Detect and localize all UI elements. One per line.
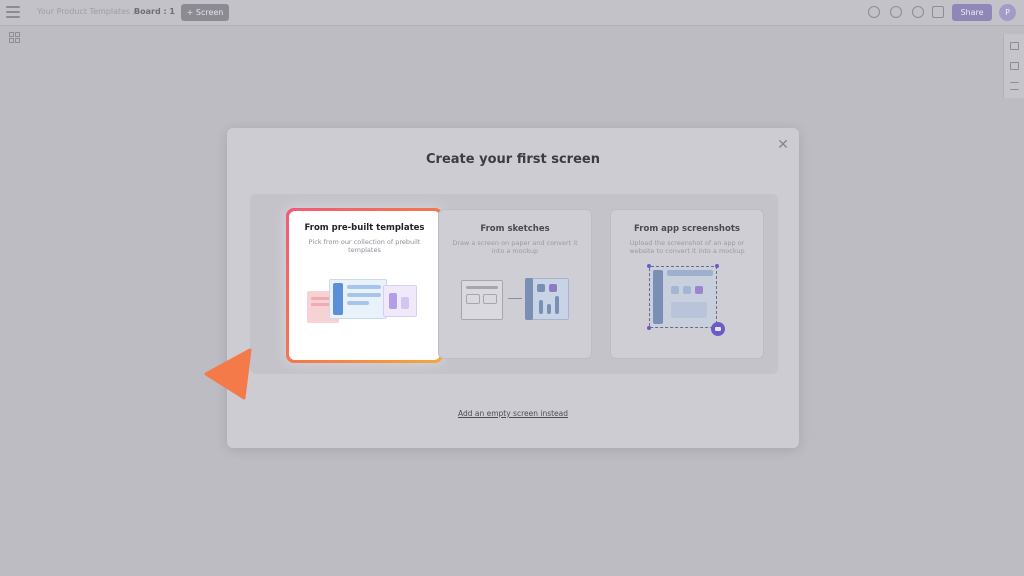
pointer-arrow-icon [204,348,252,400]
notes-icon[interactable] [1010,82,1019,90]
history-icon[interactable] [912,6,924,18]
add-screen-button[interactable]: + Screen [181,4,229,21]
grid-tool-icon[interactable] [9,32,21,44]
breadcrumb-project[interactable]: Your Product Templates / [37,7,135,16]
image-icon[interactable] [1010,62,1019,70]
export-icon[interactable] [932,6,944,18]
options-panel: From pre-built templates Pick from our c… [250,194,778,374]
layers-icon[interactable] [1010,42,1019,50]
breadcrumb-board[interactable]: Board : 1 [134,7,175,16]
dialog-title: Create your first screen [426,152,600,167]
screenshots-illustration [647,264,729,336]
option-sketches[interactable]: From sketches Draw a screen on paper and… [438,209,592,359]
option-title: From app screenshots [634,224,740,234]
search-icon[interactable] [890,6,902,18]
right-rail [1003,34,1024,98]
option-description: Pick from our collection of prebuilt tem… [308,238,421,254]
option-description: Draw a screen on paper and convert it in… [452,239,578,255]
option-prebuilt-templates[interactable]: From pre-built templates Pick from our c… [286,208,443,363]
add-empty-screen-link[interactable]: Add an empty screen instead [227,409,799,418]
avatar[interactable]: P [999,4,1016,21]
sketches-illustration [461,278,571,324]
menu-icon[interactable] [6,6,20,18]
preview-icon[interactable] [868,6,880,18]
option-description: Upload the screenshot of an app or websi… [629,239,745,255]
option-title: From sketches [480,224,550,234]
option-title: From pre-built templates [304,223,425,233]
top-bar: Your Product Templates / Board : 1 + Scr… [0,0,1024,26]
create-screen-dialog: ✕ Create your first screen From pre-buil… [227,128,799,448]
close-icon[interactable]: ✕ [776,138,790,152]
share-button[interactable]: Share [952,4,992,21]
option-app-screenshots[interactable]: From app screenshots Upload the screensh… [610,209,764,359]
templates-illustration [307,279,422,329]
